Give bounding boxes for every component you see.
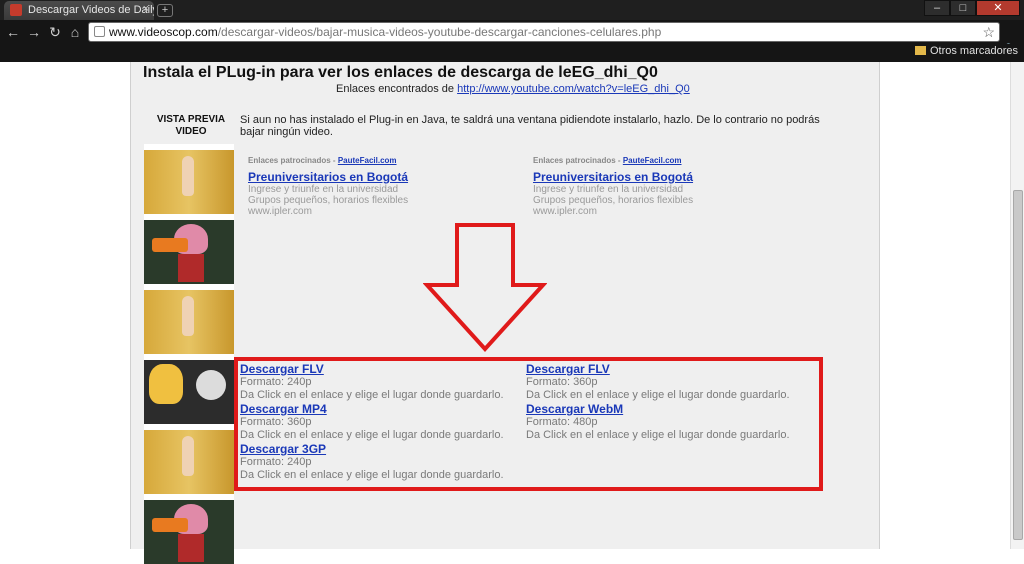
download-mp4-link[interactable]: Descargar MP4 — [240, 403, 530, 416]
download-option: Descargar WebM Formato: 480p Da Click en… — [526, 403, 816, 442]
page-content: Instala el PLug-in para ver los enlaces … — [130, 62, 880, 564]
pautefacil-link[interactable]: PauteFacil.com — [338, 156, 397, 165]
address-bar[interactable]: www.videoscop.com/descargar-videos/bajar… — [88, 22, 1000, 42]
browser-tab[interactable]: Descargar Videos de Dailym × — [4, 1, 154, 20]
ad-url: www.ipler.com — [248, 206, 312, 217]
maximize-button[interactable]: □ — [950, 0, 976, 16]
download-hint: Da Click en el enlace y elige el lugar d… — [240, 429, 504, 441]
close-window-button[interactable]: ✕ — [976, 0, 1020, 16]
tab-close-icon[interactable]: × — [143, 3, 149, 15]
download-format: Formato: 240p — [240, 456, 312, 468]
url-path: /descargar-videos/bajar-musica-videos-yo… — [217, 25, 662, 39]
download-flv-240-link[interactable]: Descargar FLV — [240, 363, 530, 376]
page-icon — [94, 26, 105, 37]
window-controls: – □ ✕ — [924, 0, 1020, 16]
download-hint: Da Click en el enlace y elige el lugar d… — [240, 389, 504, 401]
download-flv-360-link[interactable]: Descargar FLV — [526, 363, 816, 376]
found-prefix: Enlaces encontrados de — [336, 83, 455, 95]
ad-title-link[interactable]: Preuniversitarios en Bogotá — [248, 170, 498, 184]
thumbnail — [144, 354, 234, 424]
browser-toolbar: ← → ↻ ⌂ www.videoscop.com/descargar-vide… — [0, 20, 1024, 58]
sponsored-ad: Enlaces patrocinados - PauteFacil.com Pr… — [248, 156, 498, 217]
forward-icon[interactable]: → — [25, 23, 43, 41]
download-option: Descargar 3GP Formato: 240p Da Click en … — [240, 443, 530, 482]
down-arrow-icon — [423, 223, 547, 352]
intro-text: Si aun no has instalado el Plug-in en Ja… — [240, 114, 820, 138]
download-format: Formato: 480p — [526, 416, 598, 428]
scrollbar-thumb[interactable] — [1013, 190, 1023, 540]
preview-label: VISTA PREVIA VIDEO — [156, 114, 226, 137]
thumbnail — [144, 424, 234, 494]
download-option: Descargar MP4 Formato: 360p Da Click en … — [240, 403, 530, 442]
tab-title: Descargar Videos de Dailym — [28, 4, 154, 16]
ad-line: Ingrese y triunfe en la universidad — [248, 184, 399, 195]
download-3gp-link[interactable]: Descargar 3GP — [240, 443, 530, 456]
vertical-scrollbar[interactable] — [1010, 62, 1024, 549]
download-option: Descargar FLV Formato: 360p Da Click en … — [526, 363, 816, 402]
ad-header-prefix: Enlaces patrocinados - — [248, 156, 336, 165]
download-hint: Da Click en el enlace y elige el lugar d… — [526, 389, 790, 401]
download-format: Formato: 360p — [526, 376, 598, 388]
thumbnail — [144, 494, 234, 564]
ad-url: www.ipler.com — [533, 206, 597, 217]
ad-title-link[interactable]: Preuniversitarios en Bogotá — [533, 170, 783, 184]
sponsored-ad: Enlaces patrocinados - PauteFacil.com Pr… — [533, 156, 783, 217]
ad-line: Grupos pequeños, horarios flexibles — [248, 195, 409, 206]
download-hint: Da Click en el enlace y elige el lugar d… — [240, 469, 504, 481]
download-hint: Da Click en el enlace y elige el lugar d… — [526, 429, 790, 441]
download-option: Descargar FLV Formato: 240p Da Click en … — [240, 363, 530, 402]
download-webm-link[interactable]: Descargar WebM — [526, 403, 816, 416]
ad-line: Grupos pequeños, horarios flexibles — [533, 195, 694, 206]
thumbnail — [144, 284, 234, 354]
page-title: Instala el PLug-in para ver los enlaces … — [143, 64, 658, 81]
bookmark-star-icon[interactable]: ☆ — [982, 23, 995, 41]
bookmarks-bar: Otros marcadores — [0, 44, 1024, 62]
ad-header: Enlaces patrocinados - PauteFacil.com — [533, 156, 783, 165]
thumbnail — [144, 144, 234, 214]
other-bookmarks-label: Otros marcadores — [929, 45, 1018, 57]
back-icon[interactable]: ← — [4, 23, 22, 41]
pautefacil-link[interactable]: PauteFacil.com — [623, 156, 682, 165]
folder-icon — [914, 46, 926, 55]
page-viewport: Instala el PLug-in para ver los enlaces … — [0, 62, 1024, 564]
other-bookmarks[interactable]: Otros marcadores — [914, 45, 1018, 57]
download-links-box: Descargar FLV Formato: 240p Da Click en … — [234, 357, 823, 491]
minimize-button[interactable]: – — [924, 0, 950, 16]
preview-thumbnails — [144, 144, 234, 564]
thumbnail — [144, 214, 234, 284]
ad-line: Ingrese y triunfe en la universidad — [533, 184, 684, 195]
youtube-link[interactable]: http://www.youtube.com/watch?v=leEG_dhi_… — [457, 83, 690, 95]
title-bar: Descargar Videos de Dailym × + – □ ✕ — [0, 0, 1024, 20]
favicon-icon — [10, 4, 22, 16]
home-icon[interactable]: ⌂ — [66, 23, 84, 41]
download-format: Formato: 360p — [240, 416, 312, 428]
found-links-line: Enlaces encontrados de http://www.youtub… — [336, 83, 690, 95]
ad-header-prefix: Enlaces patrocinados - — [533, 156, 621, 165]
ad-header: Enlaces patrocinados - PauteFacil.com — [248, 156, 498, 165]
reload-icon[interactable]: ↻ — [46, 23, 64, 41]
new-tab-button[interactable]: + — [157, 4, 173, 17]
url-host: www.videoscop.com — [109, 25, 218, 39]
download-format: Formato: 240p — [240, 376, 312, 388]
